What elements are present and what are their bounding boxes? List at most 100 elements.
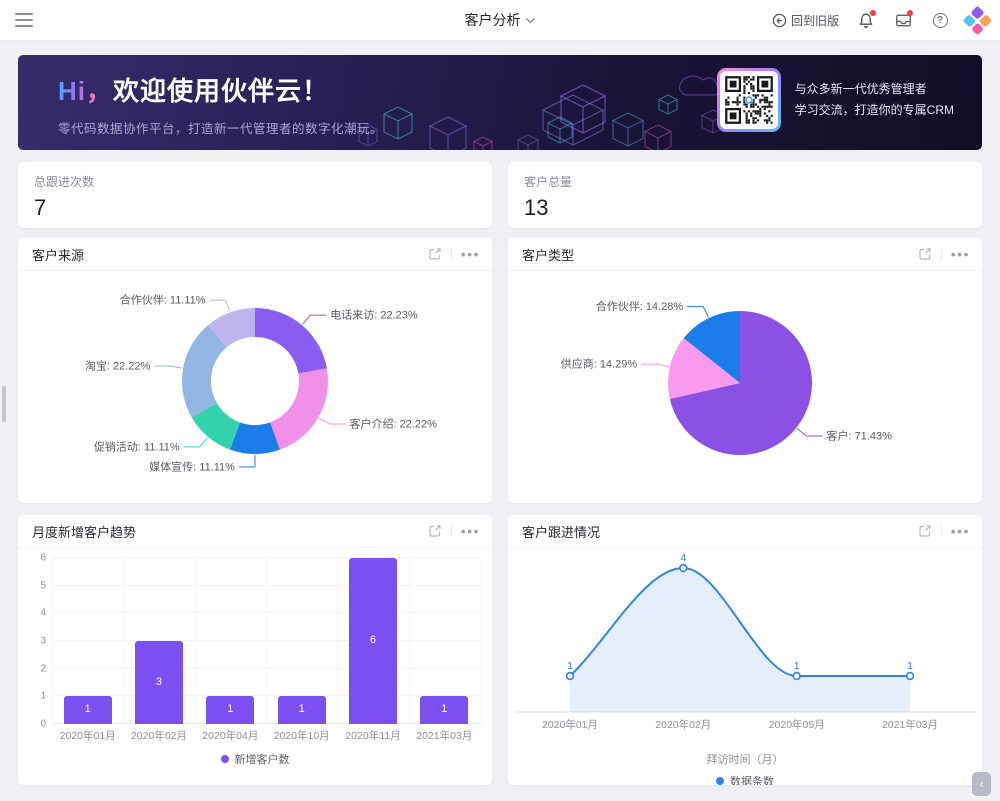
label-leader [687,306,708,317]
card-title: 客户类型 [522,245,918,264]
legend-label: 数据条数 [730,773,774,785]
card-header: 客户类型 ••• [508,238,982,271]
x-tick-label: 2021年03月 [882,718,938,731]
qr-caption: 与众多新一代优秀管理者 学习交流，打造你的专属CRM [795,79,954,121]
back-to-old-button[interactable]: 回到旧版 [772,12,839,29]
menu-icon[interactable] [15,13,33,27]
label-leader [797,429,822,436]
pie-slice[interactable] [270,368,328,449]
x-tick-label: 2020年01月 [52,728,123,743]
divider [941,525,942,537]
bar-column: 6 [337,558,408,724]
collapse-button[interactable]: ‹ [972,772,991,796]
legend-label: 新增客户数 [235,751,290,767]
stat-label: 总跟进次数 [34,173,476,190]
more-icon[interactable]: ••• [951,250,970,258]
bar-column: 3 [123,558,194,724]
point-value-label: 1 [794,660,800,672]
card-title: 月度新增客户趋势 [32,522,428,541]
more-icon[interactable]: ••• [461,250,480,258]
notifications-button[interactable] [856,10,876,30]
export-icon[interactable] [428,247,442,261]
pie-label: 电话来访: 22.23% [330,309,418,322]
x-tick-label: 2020年11月 [337,728,408,743]
chart-legend[interactable]: 新增客户数 [18,751,492,767]
bar-plot-area: 0123456 1 3 1 1 [52,558,480,724]
card-title: 客户跟进情况 [522,522,918,541]
y-tick-label: 3 [40,636,46,647]
chevron-down-icon [526,17,536,24]
inbox-button[interactable] [893,10,913,30]
pie-label: 供应商: 14.29% [561,357,638,371]
topbar: 客户分析 回到旧版 ? [0,0,1000,41]
bar[interactable]: 1 [206,696,254,724]
isometric-art [328,55,748,150]
gridline [480,558,481,724]
welcome-banner: Hi，欢迎使用伙伴云！ 零代码数据协作平台，打造新一代管理者的数字化潮玩。 与众… [18,55,982,150]
bar-column: 1 [266,558,337,724]
divider [451,525,452,537]
export-icon[interactable] [428,524,442,538]
bar[interactable]: 1 [278,696,326,724]
stat-card-followups: 总跟进次数 7 [18,162,492,228]
label-leader [154,366,182,368]
divider [941,248,942,260]
label-leader [210,300,230,311]
label-leader [184,438,208,447]
pie-slice[interactable] [255,308,327,373]
question-icon: ? [933,13,948,28]
more-icon[interactable]: ••• [951,527,970,535]
label-leader [239,455,255,467]
point-value-label: 4 [680,552,686,564]
point-value-label: 1 [567,660,573,672]
bar-value-label: 6 [349,634,397,646]
x-tick-label: 2020年10月 [266,728,337,743]
back-to-old-label: 回到旧版 [791,12,839,29]
data-point[interactable] [793,673,800,680]
pie-label: 合作伙伴: 11.11% [120,293,206,307]
more-icon[interactable]: ••• [461,527,480,535]
banner-title: Hi，欢迎使用伙伴云！ [58,71,383,108]
data-point[interactable] [907,673,914,680]
x-axis-title: 拜访时间（月） [508,751,982,767]
qr-caption-line2: 学习交流，打造你的专属CRM [795,100,954,121]
data-point[interactable] [680,565,687,572]
bar[interactable]: 1 [420,696,468,724]
notification-badge [870,10,876,16]
label-leader [641,364,669,367]
chart-card-customer-source: 客户来源 ••• 电话来访: 22.23%客户介绍: 22.22%媒体宣传: 1… [18,238,492,503]
vertical-scrollbar-thumb[interactable] [2,386,6,422]
bar[interactable]: 1 [64,696,112,724]
x-tick-label: 2020年04月 [195,728,266,743]
chart-card-monthly-new: 月度新增客户趋势 ••• 0123456 1 3 [18,515,492,785]
y-tick-label: 6 [40,553,46,564]
y-axis-labels: 0123456 [28,558,46,724]
card-header: 客户来源 ••• [18,238,492,271]
legend-dot [221,755,229,763]
label-leader [303,315,327,324]
dashboard-page: Hi，欢迎使用伙伴云！ 零代码数据协作平台，打造新一代管理者的数字化潮玩。 与众… [0,41,1000,785]
bar[interactable]: 3 [135,641,183,724]
data-point[interactable] [567,673,574,680]
card-title: 客户来源 [32,245,428,264]
stat-label: 客户总量 [524,173,966,190]
help-button[interactable]: ? [930,10,950,30]
bar-value-label: 1 [278,703,326,715]
pie-chart-customer-type: 客户: 71.43%供应商: 14.29%合作伙伴: 14.28% [508,271,982,501]
qr-frame [717,68,781,132]
x-tick-label: 2021年03月 [409,728,480,743]
stat-value: 7 [34,195,476,221]
app-logo[interactable] [963,5,993,35]
area-fill [570,568,910,712]
banner-greeting: Hi， [58,76,113,106]
chart-legend[interactable]: 数据条数 [508,773,982,785]
page-title-group[interactable]: 客户分析 [465,0,536,40]
bar[interactable]: 6 [349,558,397,724]
chart-card-followup-trend: 客户跟进情况 ••• 12020年01月42020年02月12020年05月12… [508,515,982,785]
qr-code [720,71,778,129]
y-tick-label: 1 [40,691,46,702]
export-icon[interactable] [918,247,932,261]
card-header: 月度新增客户趋势 ••• [18,515,492,548]
export-icon[interactable] [918,524,932,538]
stat-card-customers: 客户总量 13 [508,162,982,228]
